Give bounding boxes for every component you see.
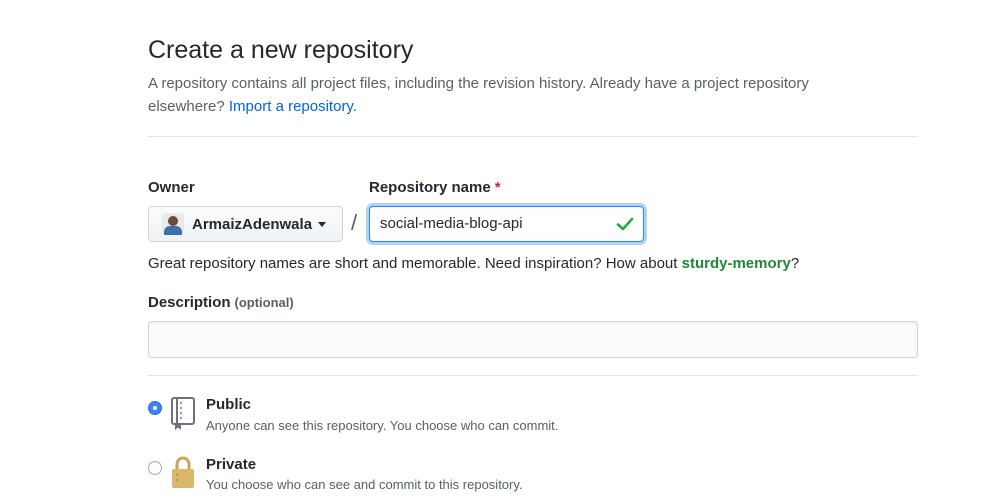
public-option-description: Anyone can see this repository. You choo… — [206, 418, 559, 433]
owner-name: ArmaizAdenwala — [192, 215, 313, 233]
owner-label: Owner — [148, 179, 195, 196]
private-radio[interactable] — [148, 461, 162, 475]
repository-name-label-text: Repository name — [369, 179, 491, 196]
hint-end: ? — [790, 255, 800, 272]
avatar — [162, 213, 184, 235]
caret-down-icon — [318, 221, 327, 227]
description-label: Description (optional) — [148, 294, 294, 311]
repo-name-hint: Great repository names are short and mem… — [148, 255, 799, 272]
check-icon — [616, 217, 634, 231]
import-repository-link[interactable]: Import a repository. — [229, 98, 357, 115]
optional-tag: (optional) — [234, 295, 294, 310]
repository-name-label: Repository name * — [369, 179, 501, 196]
public-radio[interactable] — [148, 401, 162, 415]
private-option-title: Private — [206, 456, 257, 473]
required-mark: * — [494, 179, 501, 196]
page-title: Create a new repository — [148, 36, 414, 64]
repo-book-icon — [171, 397, 195, 430]
description-input[interactable] — [148, 321, 918, 358]
public-option-title: Public — [206, 396, 252, 413]
hint-text: Great repository names are short and mem… — [148, 255, 678, 272]
divider — [148, 136, 918, 137]
repository-name-input[interactable]: social-media-blog-api — [369, 206, 644, 242]
name-suggestion-link[interactable]: sturdy-memory — [682, 255, 791, 272]
private-option-description: You choose who can see and commit to thi… — [206, 477, 523, 492]
lock-icon — [172, 456, 194, 488]
owner-repo-separator: / — [351, 210, 358, 235]
description-label-text: Description — [148, 294, 231, 311]
divider — [148, 375, 918, 376]
page-subtitle: A repository contains all project files,… — [148, 72, 888, 118]
owner-select-button[interactable]: ArmaizAdenwala — [148, 206, 343, 242]
